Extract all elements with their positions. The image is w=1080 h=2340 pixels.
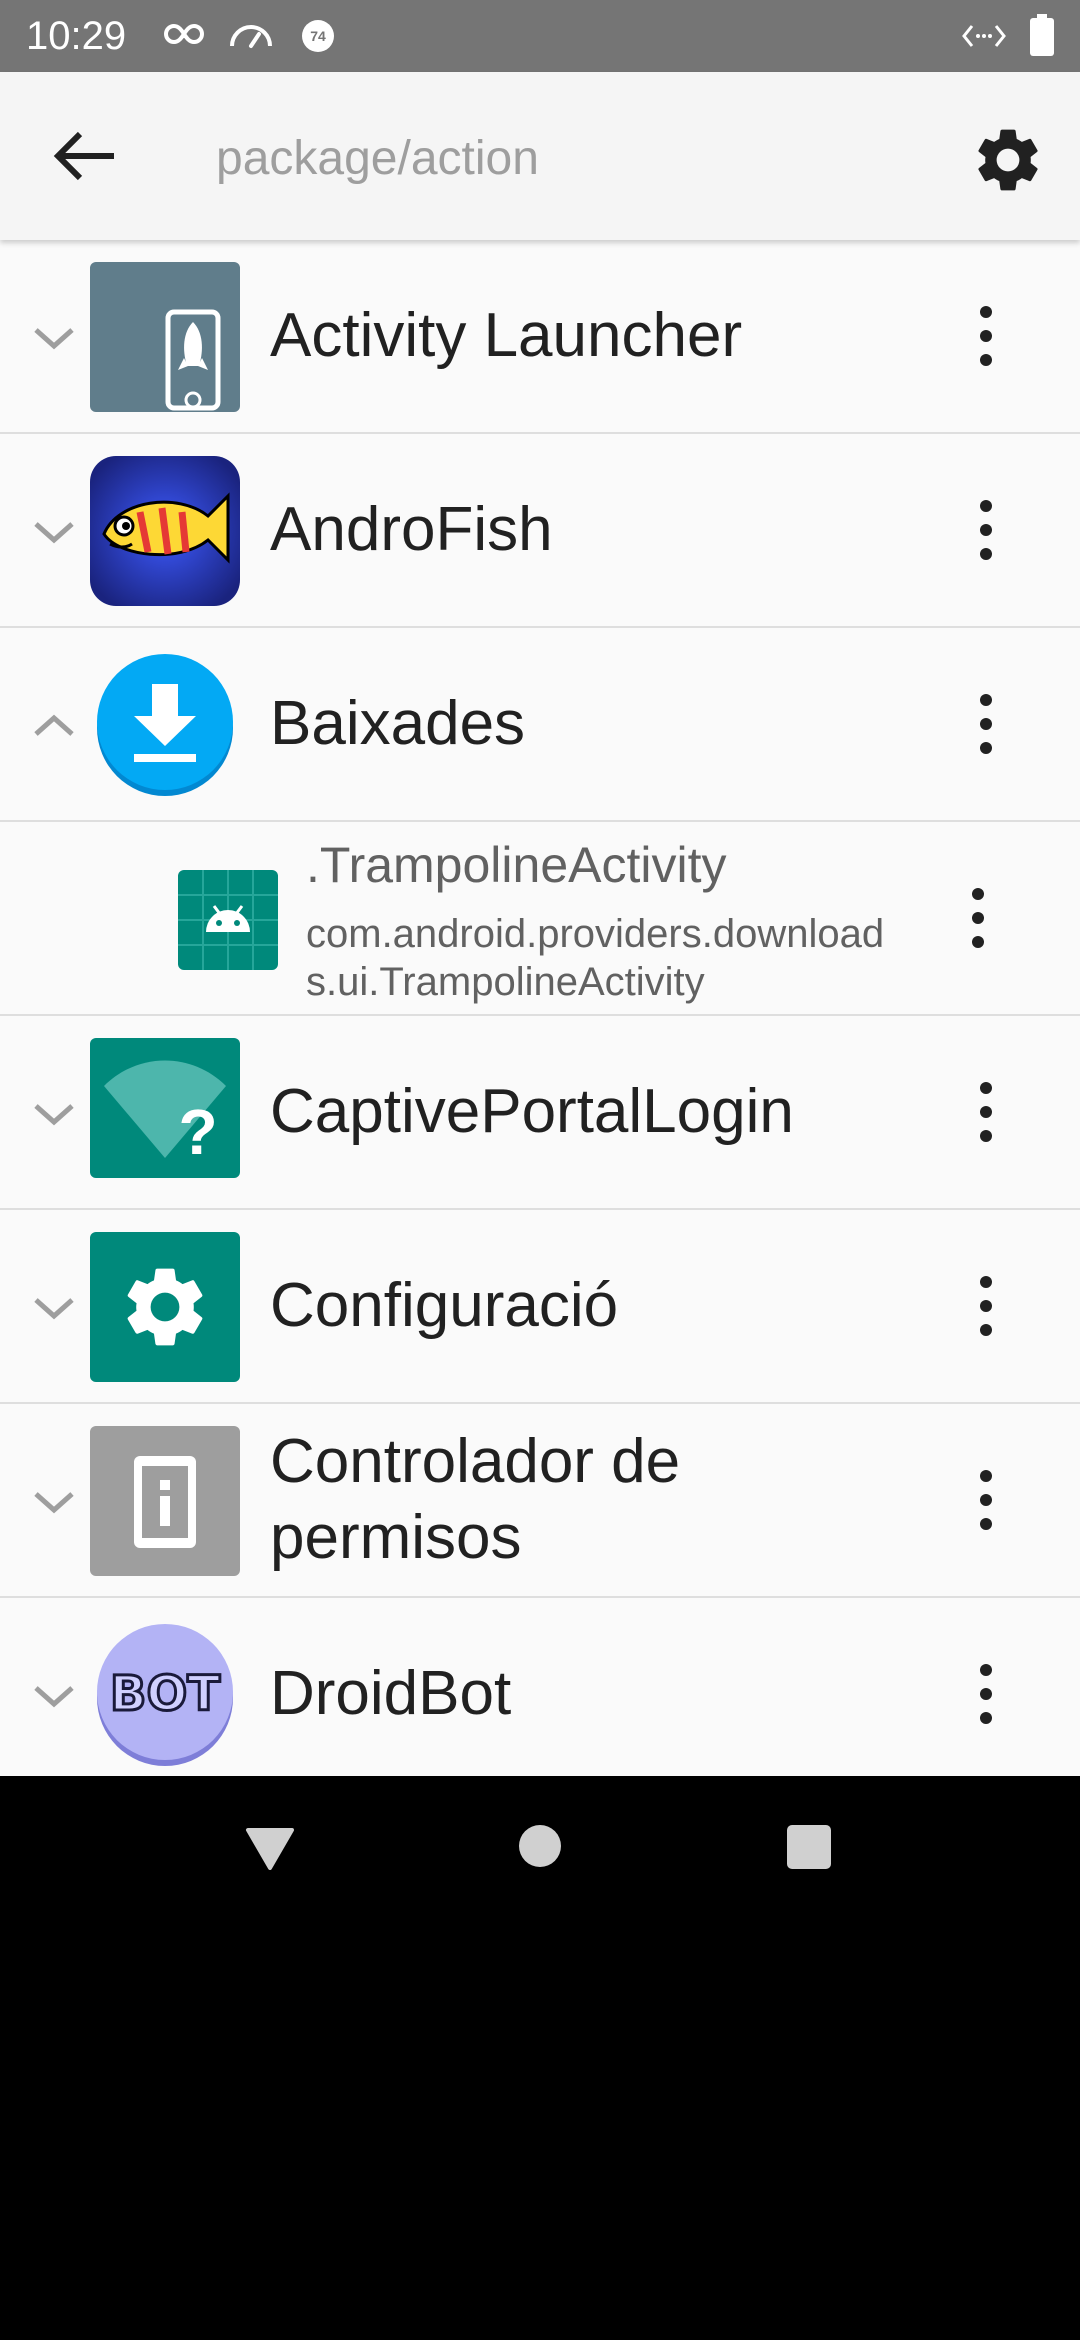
back-triangle-icon[interactable] — [244, 1826, 296, 1870]
list-item-baixades[interactable]: Baixades — [0, 628, 1080, 822]
list-item-activity-launcher[interactable]: Activity Launcher — [0, 240, 1080, 434]
list-item-droidbot[interactable]: BOT DroidBot — [0, 1598, 1080, 1776]
infinity-icon — [164, 23, 204, 45]
home-circle-icon[interactable] — [518, 1824, 562, 1868]
more-vert-icon[interactable] — [962, 1272, 1010, 1340]
svg-text:BOT: BOT — [110, 1666, 220, 1722]
more-vert-icon[interactable] — [962, 690, 1010, 758]
app-label: Baixades — [270, 689, 526, 758]
chevron-down-icon[interactable] — [30, 1086, 78, 1140]
activity-item-trampoline[interactable]: .TrampolineActivity com.android.provider… — [0, 822, 1080, 1016]
chevron-down-icon[interactable] — [30, 310, 78, 364]
app-label: CaptivePortalLogin — [270, 1077, 794, 1146]
androfish-icon — [90, 456, 240, 606]
permission-controller-icon — [90, 1426, 240, 1576]
navigation-bar — [0, 1776, 1080, 1916]
app-bar — [0, 72, 1080, 240]
speedometer-icon — [230, 25, 272, 48]
app-label: Configuració — [270, 1271, 619, 1340]
code-brackets-icon — [962, 25, 1006, 47]
more-vert-icon[interactable] — [962, 302, 1010, 370]
app-label: DroidBot — [270, 1659, 512, 1728]
activity-name: .TrampolineActivity — [306, 837, 727, 893]
svg-text:?: ? — [178, 1096, 217, 1168]
downloads-icon — [97, 654, 233, 796]
gear-icon[interactable] — [970, 122, 1046, 198]
more-vert-icon[interactable] — [962, 496, 1010, 564]
chevron-down-icon[interactable] — [30, 504, 78, 558]
app-list: Activity Launcher AndroFish Baixades .Tr… — [0, 240, 1080, 1776]
list-item-captiveportallogin[interactable]: ? CaptivePortalLogin — [0, 1016, 1080, 1210]
status-time: 10:29 — [26, 14, 127, 58]
battery-icon — [1030, 14, 1054, 56]
more-vert-icon[interactable] — [962, 1078, 1010, 1146]
chevron-down-icon[interactable] — [30, 1668, 78, 1722]
app-label: Activity Launcher — [270, 301, 743, 370]
wifi-question-icon: ? — [90, 1038, 240, 1178]
status-bar: 10:29 74 — [0, 0, 1080, 72]
chevron-down-icon[interactable] — [30, 1474, 78, 1528]
more-vert-icon[interactable] — [954, 884, 1002, 952]
settings-app-icon — [90, 1232, 240, 1382]
list-item-configuracio[interactable]: Configuració — [0, 1210, 1080, 1404]
list-item-controlador-de-permisos[interactable]: Controlador de permisos — [0, 1404, 1080, 1598]
more-vert-icon[interactable] — [962, 1660, 1010, 1728]
activity-package: com.android.providers.downloads.ui.Tramp… — [306, 912, 885, 1004]
search-input[interactable] — [216, 128, 916, 188]
app-label: Controlador de permisos — [270, 1427, 681, 1572]
svg-text:74: 74 — [310, 28, 326, 44]
activity-launcher-icon — [90, 262, 240, 412]
list-item-androfish[interactable]: AndroFish — [0, 434, 1080, 628]
recents-square-icon[interactable] — [786, 1824, 832, 1870]
arrow-back-icon[interactable] — [44, 122, 124, 190]
more-vert-icon[interactable] — [962, 1466, 1010, 1534]
android-default-icon — [178, 870, 278, 970]
droidbot-icon: BOT — [97, 1624, 233, 1766]
chevron-down-icon[interactable] — [30, 1280, 78, 1334]
app-label: AndroFish — [270, 495, 553, 564]
badge-74-icon: 74 — [302, 20, 334, 52]
chevron-up-icon[interactable] — [30, 698, 78, 752]
